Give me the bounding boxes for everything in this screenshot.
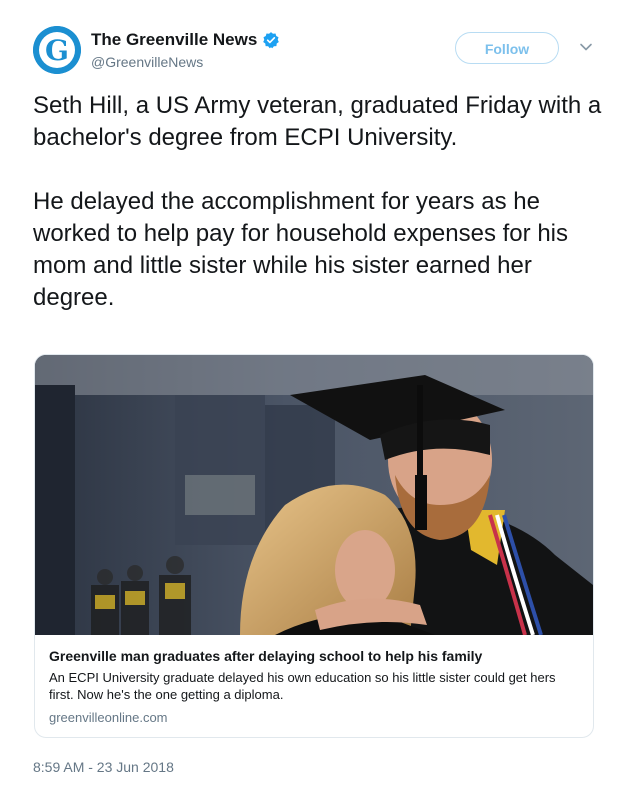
card-body[interactable]: Greenville man graduates after delaying …	[49, 647, 579, 726]
graduation-photo	[35, 355, 593, 635]
card-image[interactable]	[35, 355, 593, 635]
tweet-text: Seth Hill, a US Army veteran, graduated …	[33, 90, 603, 314]
avatar[interactable]: G	[33, 26, 81, 74]
card-title[interactable]: Greenville man graduates after delaying …	[49, 647, 579, 666]
tweet-timestamp[interactable]: 8:59 AM - 23 Jun 2018	[33, 759, 174, 775]
display-name[interactable]: The Greenville News	[91, 30, 257, 50]
tweet-paragraph: Seth Hill, a US Army veteran, graduated …	[33, 92, 602, 151]
chevron-down-icon[interactable]	[579, 40, 593, 54]
svg-text:G: G	[45, 34, 69, 67]
tweet-paragraph: He delayed the accomplishment for years …	[33, 188, 568, 311]
follow-button[interactable]: Follow	[455, 32, 559, 64]
card-domain[interactable]: greenvilleonline.com	[49, 709, 579, 726]
tweet-header: G The Greenville News @GreenvilleNews Fo…	[33, 26, 603, 76]
greenville-news-logo-icon: G	[33, 26, 81, 74]
account-handle[interactable]: @GreenvilleNews	[91, 54, 203, 70]
verified-badge-icon	[263, 32, 280, 49]
card-description: An ECPI University graduate delayed his …	[49, 670, 556, 702]
link-card[interactable]: Greenville man graduates after delaying …	[34, 354, 594, 738]
name-row: The Greenville News	[91, 30, 280, 50]
